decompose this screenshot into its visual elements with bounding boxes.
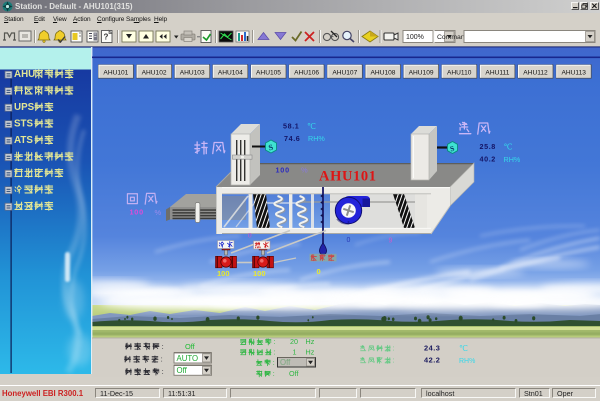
svg-text:ATS: ATS xyxy=(14,135,33,146)
svg-text:0: 0 xyxy=(347,237,351,244)
svg-text:AHU108: AHU108 xyxy=(371,70,396,77)
svg-text::: : xyxy=(273,360,275,367)
svg-text::: : xyxy=(273,371,275,378)
svg-text::: : xyxy=(273,349,275,356)
svg-text:AHU: AHU xyxy=(14,69,35,80)
svg-text:9: 9 xyxy=(389,238,393,245)
svg-text:UPS: UPS xyxy=(14,102,35,113)
svg-text:20: 20 xyxy=(290,337,298,346)
svg-text:0: 0 xyxy=(248,233,252,240)
svg-text:AHU103: AHU103 xyxy=(180,70,205,77)
svg-text:AHU107: AHU107 xyxy=(332,70,357,77)
svg-text:AHU109: AHU109 xyxy=(409,70,434,77)
svg-text:24.3: 24.3 xyxy=(424,344,440,353)
svg-text:AHU111: AHU111 xyxy=(485,70,509,77)
svg-text:RH%: RH% xyxy=(459,358,475,365)
svg-text:AHU102: AHU102 xyxy=(142,70,167,77)
svg-text:Off: Off xyxy=(177,366,188,375)
svg-text:Hz: Hz xyxy=(306,337,315,346)
svg-text::: : xyxy=(161,355,163,364)
svg-text::: : xyxy=(273,339,275,346)
svg-text:AHU113: AHU113 xyxy=(561,70,586,77)
svg-text:AUTO: AUTO xyxy=(177,354,199,363)
svg-text:Hz: Hz xyxy=(306,347,315,356)
svg-text:AHU101: AHU101 xyxy=(319,169,377,185)
svg-text:AHU106: AHU106 xyxy=(294,70,319,77)
svg-text:℃: ℃ xyxy=(459,344,468,353)
svg-text:40.2: 40.2 xyxy=(480,155,496,164)
svg-text:Off: Off xyxy=(185,342,196,351)
svg-text:℃: ℃ xyxy=(307,122,316,131)
svg-text:42.2: 42.2 xyxy=(424,356,440,365)
svg-text:25.8: 25.8 xyxy=(480,142,496,151)
svg-text:AHU105: AHU105 xyxy=(256,70,281,77)
svg-text:100: 100 xyxy=(276,166,290,175)
svg-text:%: % xyxy=(301,166,308,175)
svg-text:74.6: 74.6 xyxy=(284,134,300,143)
svg-text:100: 100 xyxy=(217,269,230,278)
svg-text:AHU104: AHU104 xyxy=(218,70,243,77)
svg-text:STS: STS xyxy=(14,119,34,130)
svg-text:AHU112: AHU112 xyxy=(523,70,548,77)
svg-text::: : xyxy=(393,358,395,365)
svg-text:Off: Off xyxy=(280,358,291,367)
svg-text:0: 0 xyxy=(317,267,321,276)
svg-text:100: 100 xyxy=(130,208,144,217)
svg-text:Off: Off xyxy=(289,369,298,378)
svg-text:AHU101: AHU101 xyxy=(103,70,128,77)
svg-text:℃: ℃ xyxy=(504,142,513,151)
svg-text:AHU110: AHU110 xyxy=(447,70,472,77)
svg-text:%: % xyxy=(155,208,162,217)
svg-text:RH%: RH% xyxy=(308,134,325,143)
svg-text:100: 100 xyxy=(253,269,266,278)
svg-text:1: 1 xyxy=(293,347,297,356)
svg-text::: : xyxy=(393,346,395,353)
svg-text::: : xyxy=(162,367,164,376)
svg-text:RH%: RH% xyxy=(504,155,521,164)
svg-text::: : xyxy=(162,342,164,351)
svg-text:58.1: 58.1 xyxy=(283,122,299,131)
